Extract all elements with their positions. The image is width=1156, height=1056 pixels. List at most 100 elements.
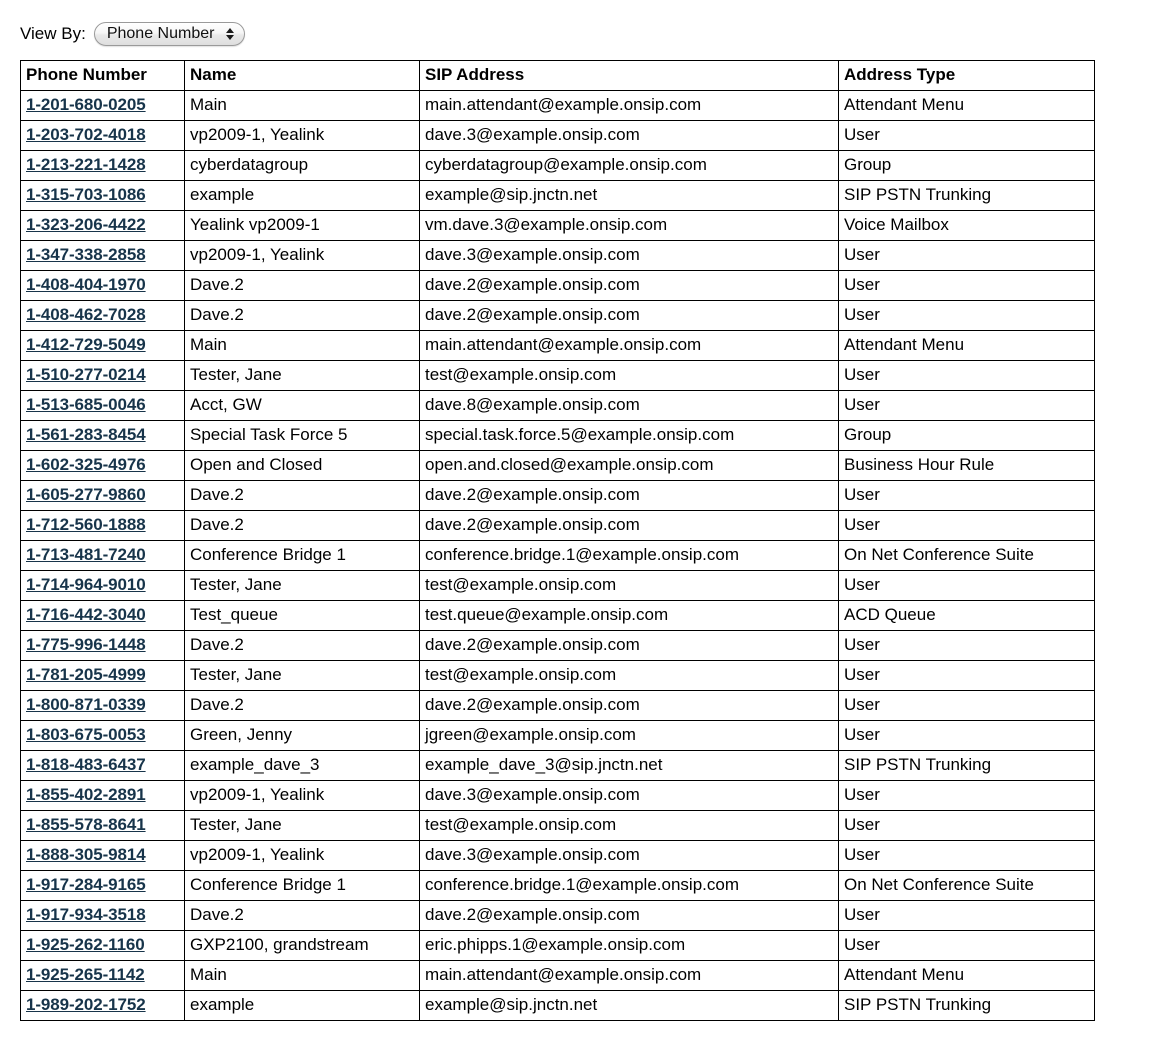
phone-number-link[interactable]: 1-855-578-8641 [26, 815, 146, 834]
phone-number-link[interactable]: 1-561-283-8454 [26, 425, 146, 444]
cell-address-type: User [838, 810, 1095, 841]
phone-number-link[interactable]: 1-213-221-1428 [26, 155, 146, 174]
cell-address-type: Group [838, 150, 1095, 181]
table-row: 1-323-206-4422 Yealink vp2009-1 vm.dave.3@… [20, 210, 1095, 241]
phone-number-link[interactable]: 1-855-402-2891 [26, 785, 146, 804]
cell-sip-address: dave.2@example.onsip.com [419, 480, 839, 511]
cell-phone-number: 1-347-338-2858 [20, 240, 185, 271]
phone-number-link[interactable]: 1-605-277-9860 [26, 485, 146, 504]
table-row: 1-408-404-1970 Dave.2 dave.2@example.onsip… [20, 270, 1095, 301]
column-header-sip-address: SIP Address [419, 60, 839, 91]
cell-name: Main [184, 90, 420, 121]
view-by-select[interactable]: Phone Number [93, 22, 246, 46]
cell-address-type: User [838, 510, 1095, 541]
table-row: 1-713-481-7240 Conference Bridge 1 confere… [20, 540, 1095, 571]
table-row: 1-513-685-0046 Acct, GW dave.8@example.ons… [20, 390, 1095, 421]
cell-sip-address: example@sip.jnctn.net [419, 180, 839, 211]
cell-address-type: User [838, 840, 1095, 871]
table-row: 1-213-221-1428 cyberdatagroup cyberdatagro… [20, 150, 1095, 181]
cell-sip-address: example@sip.jnctn.net [419, 990, 839, 1021]
table-row: 1-602-325-4976 Open and Closed open.and.cl… [20, 450, 1095, 481]
table-row: 1-712-560-1888 Dave.2 dave.2@example.onsip… [20, 510, 1095, 541]
cell-sip-address: example_dave_3@sip.jnctn.net [419, 750, 839, 781]
cell-name: Acct, GW [184, 390, 420, 421]
cell-name: Tester, Jane [184, 810, 420, 841]
cell-address-type: On Net Conference Suite [838, 540, 1095, 571]
cell-sip-address: dave.3@example.onsip.com [419, 120, 839, 151]
phone-number-link[interactable]: 1-803-675-0053 [26, 725, 146, 744]
cell-sip-address: dave.2@example.onsip.com [419, 510, 839, 541]
phone-number-link[interactable]: 1-888-305-9814 [26, 845, 146, 864]
table-row: 1-315-703-1086 example example@sip.jnctn.n… [20, 180, 1095, 211]
cell-phone-number: 1-818-483-6437 [20, 750, 185, 781]
table-row: 1-989-202-1752 example example@sip.jnctn.n… [20, 990, 1095, 1021]
table-row: 1-203-702-4018 vp2009-1, Yealink dave.3@ex… [20, 120, 1095, 151]
cell-sip-address: open.and.closed@example.onsip.com [419, 450, 839, 481]
cell-address-type: User [838, 300, 1095, 331]
cell-name: Conference Bridge 1 [184, 870, 420, 901]
cell-sip-address: conference.bridge.1@example.onsip.com [419, 870, 839, 901]
phone-number-link[interactable]: 1-917-934-3518 [26, 905, 146, 924]
cell-name: vp2009-1, Yealink [184, 780, 420, 811]
phone-number-link[interactable]: 1-412-729-5049 [26, 335, 146, 354]
cell-phone-number: 1-713-481-7240 [20, 540, 185, 571]
phone-number-link[interactable]: 1-315-703-1086 [26, 185, 146, 204]
cell-name: Main [184, 960, 420, 991]
cell-sip-address: dave.2@example.onsip.com [419, 690, 839, 721]
phone-number-link[interactable]: 1-713-481-7240 [26, 545, 146, 564]
table-row: 1-412-729-5049 Main main.attendant@example… [20, 330, 1095, 361]
cell-name: Tester, Jane [184, 360, 420, 391]
cell-name: vp2009-1, Yealink [184, 120, 420, 151]
cell-address-type: Business Hour Rule [838, 450, 1095, 481]
phone-number-link[interactable]: 1-513-685-0046 [26, 395, 146, 414]
cell-sip-address: conference.bridge.1@example.onsip.com [419, 540, 839, 571]
cell-address-type: User [838, 780, 1095, 811]
cell-name: Main [184, 330, 420, 361]
table-row: 1-925-262-1160 GXP2100, grandstream eric.p… [20, 930, 1095, 961]
cell-phone-number: 1-408-462-7028 [20, 300, 185, 331]
phone-number-link[interactable]: 1-408-462-7028 [26, 305, 146, 324]
cell-address-type: Voice Mailbox [838, 210, 1095, 241]
cell-address-type: User [838, 900, 1095, 931]
cell-sip-address: dave.3@example.onsip.com [419, 840, 839, 871]
phone-number-link[interactable]: 1-781-205-4999 [26, 665, 146, 684]
table-row: 1-408-462-7028 Dave.2 dave.2@example.onsip… [20, 300, 1095, 331]
phone-number-link[interactable]: 1-716-442-3040 [26, 605, 146, 624]
phone-number-link[interactable]: 1-917-284-9165 [26, 875, 146, 894]
phone-number-link[interactable]: 1-323-206-4422 [26, 215, 146, 234]
phone-number-link[interactable]: 1-989-202-1752 [26, 995, 146, 1014]
cell-phone-number: 1-513-685-0046 [20, 390, 185, 421]
phone-number-link[interactable]: 1-714-964-9010 [26, 575, 146, 594]
phone-number-link[interactable]: 1-925-265-1142 [26, 965, 145, 984]
cell-phone-number: 1-213-221-1428 [20, 150, 185, 181]
cell-address-type: User [838, 480, 1095, 511]
phone-number-link[interactable]: 1-800-871-0339 [26, 695, 146, 714]
phone-number-link[interactable]: 1-203-702-4018 [26, 125, 146, 144]
cell-name: GXP2100, grandstream [184, 930, 420, 961]
phone-number-link[interactable]: 1-347-338-2858 [26, 245, 146, 264]
phone-number-link[interactable]: 1-775-996-1448 [26, 635, 146, 654]
cell-sip-address: dave.3@example.onsip.com [419, 240, 839, 271]
cell-sip-address: test.queue@example.onsip.com [419, 600, 839, 631]
phone-number-link[interactable]: 1-602-325-4976 [26, 455, 146, 474]
cell-address-type: User [838, 270, 1095, 301]
cell-address-type: User [838, 120, 1095, 151]
phone-number-link[interactable]: 1-925-262-1160 [26, 935, 145, 954]
table-row: 1-561-283-8454 Special Task Force 5 specia… [20, 420, 1095, 451]
phone-number-link[interactable]: 1-201-680-0205 [26, 95, 146, 114]
cell-sip-address: test@example.onsip.com [419, 660, 839, 691]
cell-phone-number: 1-712-560-1888 [20, 510, 185, 541]
cell-phone-number: 1-989-202-1752 [20, 990, 185, 1021]
table-row: 1-347-338-2858 vp2009-1, Yealink dave.3@ex… [20, 240, 1095, 271]
cell-name: vp2009-1, Yealink [184, 240, 420, 271]
phone-number-link[interactable]: 1-818-483-6437 [26, 755, 146, 774]
phone-number-link[interactable]: 1-712-560-1888 [26, 515, 146, 534]
cell-phone-number: 1-775-996-1448 [20, 630, 185, 661]
table-row: 1-917-934-3518 Dave.2 dave.2@example.onsip… [20, 900, 1095, 931]
cell-address-type: User [838, 690, 1095, 721]
phone-number-link[interactable]: 1-510-277-0214 [26, 365, 146, 384]
address-table: Phone Number Name SIP Address Address Ty… [20, 60, 1095, 1021]
up-down-arrows-icon [225, 26, 234, 42]
phone-number-link[interactable]: 1-408-404-1970 [26, 275, 146, 294]
table-header-row: Phone Number Name SIP Address Address Ty… [20, 60, 1095, 91]
